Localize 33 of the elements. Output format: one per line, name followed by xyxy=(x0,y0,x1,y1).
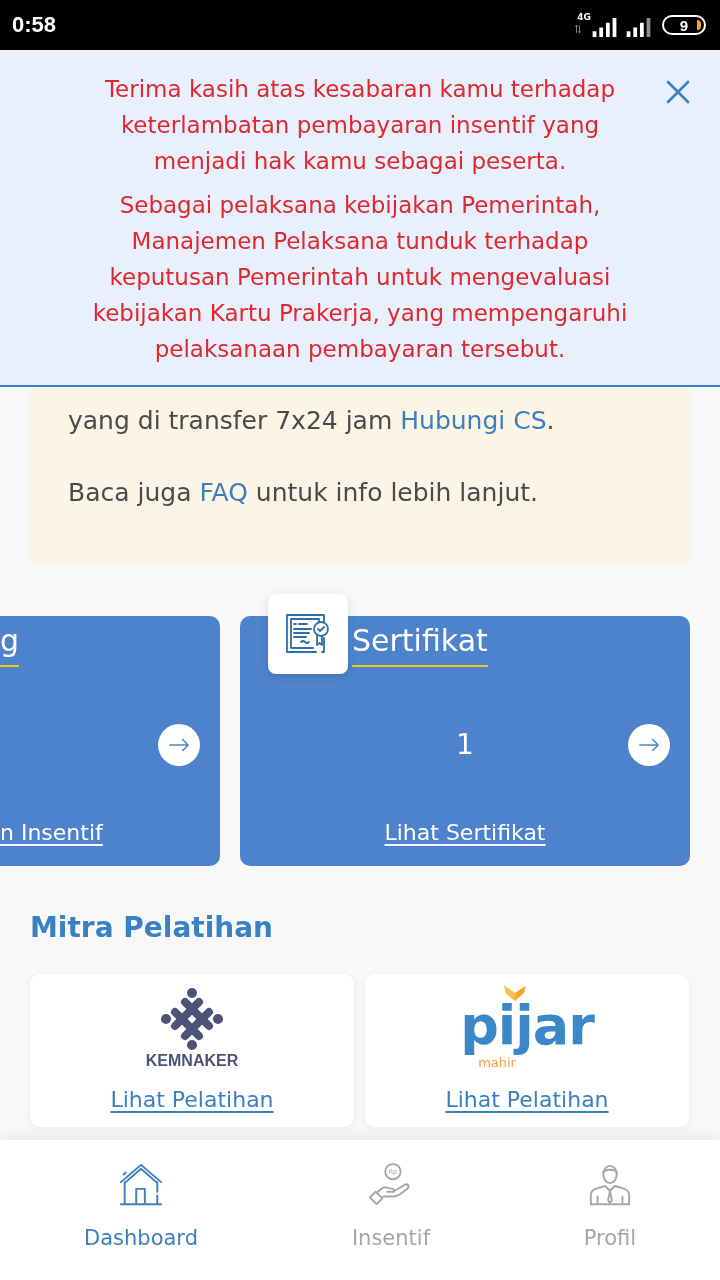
battery-level-text: 9 xyxy=(679,17,689,33)
section-heading: Mitra Pelatihan xyxy=(29,910,275,946)
logo-text: pijar xyxy=(460,996,594,1056)
home-icon xyxy=(118,1162,164,1208)
notice-text: Sebagai pelaksana kebijakan Pemerintah, Manajemen Pelaksana tunduk terhadap keputusan Pemerintah untuk mengevaluasi kebijakan Kartu Prakerja, yang mempengaruhi pelaksanaan pembayaran tersebut. xyxy=(91,191,629,364)
arrow-button[interactable] xyxy=(628,724,670,766)
status-time: 0:58 xyxy=(12,14,57,36)
bird-icon xyxy=(502,984,528,1002)
card-value: 1 xyxy=(456,727,474,763)
text-link[interactable]: Hubungi CS xyxy=(400,406,547,435)
partner-link[interactable]: Lihat Pelatihan xyxy=(110,1085,274,1115)
arrow-button[interactable] xyxy=(158,724,200,766)
card-link[interactable]: n Insentif xyxy=(0,818,103,848)
certificate-icon xyxy=(268,594,348,674)
partner-link[interactable]: Lihat Pelatihan xyxy=(445,1085,609,1115)
notice-text: Terima kasih atas kesabaran kamu terhadap keterlambatan pembayaran insentif yang menjadi hak kamu sebagai peserta. xyxy=(103,75,617,176)
knot-emblem-icon xyxy=(161,988,223,1050)
logo-text: KEMNAKER xyxy=(145,1052,239,1070)
card-title: g xyxy=(0,621,20,667)
info-text: yang di transfer 7x24 jam Hubungi CS. xyxy=(68,405,556,437)
signal-icon xyxy=(592,17,618,37)
text-link[interactable]: FAQ xyxy=(199,478,248,507)
nav-tab[interactable]: Dashboard xyxy=(84,1156,198,1256)
info-text: Baca juga FAQ untuk info lebih lanjut. xyxy=(68,477,539,509)
card-link[interactable]: Lihat Sertifikat xyxy=(384,818,546,848)
close-icon xyxy=(666,80,690,104)
card-title: Sertifikat xyxy=(352,621,488,667)
data-activity-icon xyxy=(575,23,582,34)
signal-icon xyxy=(626,17,652,37)
logo-subtext: mahir xyxy=(478,1056,516,1070)
person-icon xyxy=(587,1162,633,1208)
network-type-text: 4G xyxy=(577,12,591,22)
nav-tab[interactable]: Profil xyxy=(583,1156,637,1256)
